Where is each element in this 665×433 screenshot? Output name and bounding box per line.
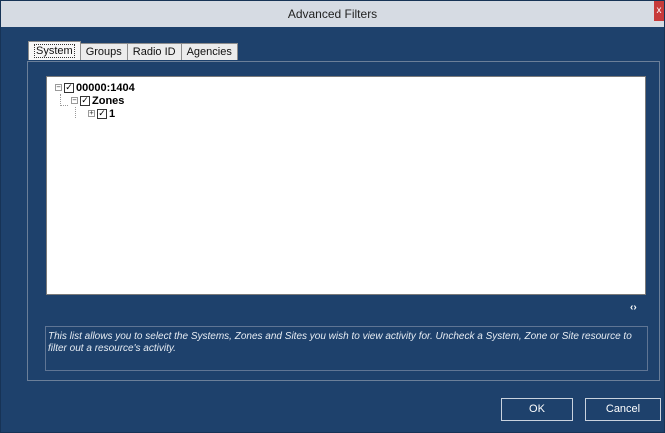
tab-groups[interactable]: Groups bbox=[79, 43, 128, 60]
tab-system[interactable]: System bbox=[28, 41, 81, 60]
tree-node-zone-1[interactable]: + ✓ 1 bbox=[88, 107, 115, 120]
window-title: Advanced Filters bbox=[287, 7, 378, 21]
collapse-icon[interactable]: − bbox=[71, 97, 78, 104]
tree-node-zone-1-label: 1 bbox=[109, 107, 116, 120]
collapse-icon[interactable]: − bbox=[55, 84, 62, 91]
info-description: This list allows you to select the Syste… bbox=[45, 326, 648, 371]
tree-node-system-label: 00000:1404 bbox=[76, 81, 135, 94]
tree-node-system[interactable]: − ✓ 00000:1404 bbox=[55, 81, 135, 94]
tree-connector bbox=[75, 107, 76, 118]
tab-radio-id[interactable]: Radio ID bbox=[126, 43, 182, 60]
zone-1-checkbox[interactable]: ✓ bbox=[97, 108, 107, 119]
system-checkbox[interactable]: ✓ bbox=[64, 82, 74, 93]
system-tree[interactable]: − ✓ 00000:1404 − ✓ Zones + ✓ 1 bbox=[46, 76, 646, 295]
cancel-button[interactable]: Cancel bbox=[585, 398, 661, 421]
expand-icon[interactable]: + bbox=[88, 110, 95, 117]
tab-system-label: System bbox=[34, 44, 75, 58]
zones-checkbox[interactable]: ✓ bbox=[80, 95, 90, 106]
refresh-icon[interactable]: ‹› bbox=[630, 302, 637, 313]
advanced-filters-window: Advanced Filters x System Groups Radio I… bbox=[0, 0, 665, 433]
tab-agencies[interactable]: Agencies bbox=[180, 43, 238, 60]
tab-strip: System Groups Radio ID Agencies bbox=[28, 41, 238, 61]
tree-node-zones[interactable]: − ✓ Zones bbox=[71, 94, 124, 107]
tree-connector bbox=[60, 105, 68, 106]
title-bar[interactable]: Advanced Filters x bbox=[1, 1, 664, 27]
close-button[interactable]: x bbox=[654, 1, 664, 21]
ok-button[interactable]: OK bbox=[501, 398, 573, 421]
tree-node-zones-label: Zones bbox=[92, 94, 125, 107]
